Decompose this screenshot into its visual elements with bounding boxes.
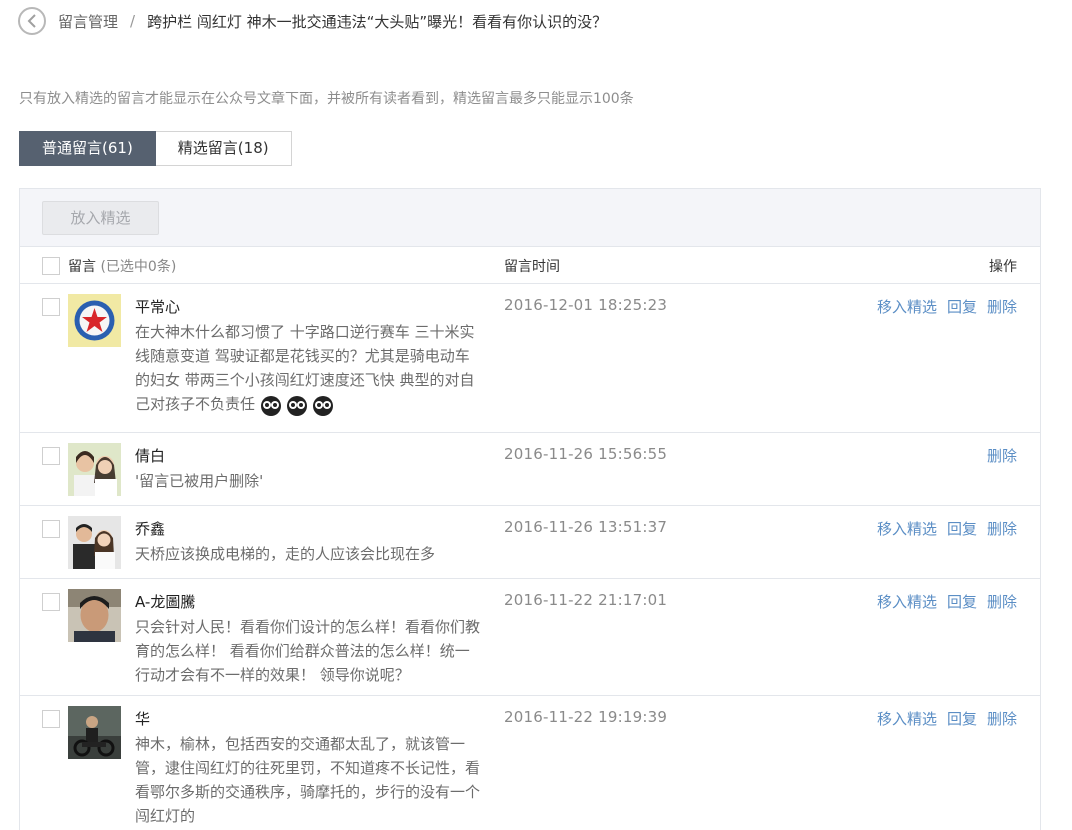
table-row: 倩白 '留言已被用户删除' 2016-11-26 15:56:55 删除 [20, 433, 1040, 506]
row-checkbox[interactable] [42, 520, 60, 538]
commenter-name: 倩白 [135, 447, 166, 465]
comment-content: 在大神木什么都习惯了 十字路口逆行赛车 三十米实线随意变道 驾驶证都是花钱买的？… [135, 320, 483, 417]
feature-selected-button[interactable]: 放入精选 [42, 201, 159, 235]
delete-button[interactable]: 删除 [987, 591, 1017, 612]
table-row: 华 神木，榆林，包括西安的交通都太乱了，就该管一管，逮住闯红灯的往死里罚，不知道… [20, 696, 1040, 830]
breadcrumb-separator: / [130, 12, 136, 30]
chevron-left-icon [27, 14, 36, 28]
feature-button[interactable]: 移入精选 [877, 518, 937, 539]
delete-button[interactable]: 删除 [987, 708, 1017, 729]
comment-time: 2016-11-22 19:19:39 [504, 708, 668, 726]
header-message: 留言 (已选中0条) [68, 256, 176, 276]
delete-button[interactable]: 删除 [987, 445, 1017, 466]
row-ops: 移入精选 回复 删除 [877, 591, 1017, 612]
comment-time: 2016-11-26 13:51:37 [504, 518, 668, 536]
row-ops: 移入精选 回复 删除 [877, 518, 1017, 539]
avatar [68, 443, 121, 496]
reply-button[interactable]: 回复 [947, 296, 977, 317]
comment-content: '留言已被用户删除' [135, 472, 264, 490]
delete-button[interactable]: 删除 [987, 296, 1017, 317]
owl-emoji-icon [287, 395, 308, 416]
tab-bar: 普通留言(61) 精选留言(18) [19, 131, 292, 166]
avatar [68, 516, 121, 569]
comment-time: 2016-11-22 21:17:01 [504, 591, 668, 609]
commenter-name: 乔鑫 [135, 520, 166, 538]
owl-emoji-icon [313, 395, 334, 416]
notice-text: 只有放入精选的留言才能显示在公众号文章下面，并被所有读者看到，精选留言最多只能显… [19, 91, 634, 107]
select-all-checkbox[interactable] [42, 257, 60, 275]
delete-button[interactable]: 删除 [987, 518, 1017, 539]
avatar [68, 706, 121, 759]
breadcrumb-title: 跨护栏 闯红灯 神木一批交通违法“大头贴”曝光！看看有你认识的没？ [147, 12, 608, 31]
commenter-name: 平常心 [135, 298, 181, 316]
row-checkbox[interactable] [42, 710, 60, 728]
reply-button[interactable]: 回复 [947, 518, 977, 539]
tab-featured-messages[interactable]: 精选留言(18) [155, 131, 292, 166]
breadcrumb-parent[interactable]: 留言管理 [58, 11, 118, 32]
header-time: 留言时间 [504, 259, 560, 275]
header-selected-count: (已选中0条) [100, 259, 177, 275]
commenter-name: 华 [135, 710, 151, 728]
comment-content: 天桥应该换成电梯的，走的人应该会比现在多 [135, 545, 436, 563]
comment-time: 2016-12-01 18:25:23 [504, 296, 668, 314]
message-panel: 放入精选 留言 (已选中0条) 留言时间 操作 平常心 在大神木什么都习惯了 十… [19, 188, 1041, 830]
table-row: 平常心 在大神木什么都习惯了 十字路口逆行赛车 三十米实线随意变道 驾驶证都是花… [20, 284, 1040, 433]
owl-emoji-icon [261, 395, 282, 416]
feature-button[interactable]: 移入精选 [877, 296, 937, 317]
emoji-group [259, 393, 335, 417]
row-checkbox[interactable] [42, 447, 60, 465]
avatar [68, 294, 121, 347]
feature-button[interactable]: 移入精选 [877, 708, 937, 729]
comment-time: 2016-11-26 15:56:55 [504, 445, 668, 463]
row-ops: 移入精选 回复 删除 [877, 296, 1017, 317]
back-button[interactable] [18, 7, 46, 35]
table-row: 乔鑫 天桥应该换成电梯的，走的人应该会比现在多 2016-11-26 13:51… [20, 506, 1040, 579]
reply-button[interactable]: 回复 [947, 708, 977, 729]
tab-normal-messages[interactable]: 普通留言(61) [19, 131, 156, 166]
row-checkbox[interactable] [42, 298, 60, 316]
header-message-label: 留言 [68, 259, 96, 275]
table-header: 留言 (已选中0条) 留言时间 操作 [20, 247, 1040, 284]
row-ops: 删除 [987, 445, 1017, 466]
commenter-name: A-龙圖騰 [135, 593, 196, 611]
feature-button[interactable]: 移入精选 [877, 591, 937, 612]
table-row: A-龙圖騰 只会针对人民！看看你们设计的怎么样！看看你们教育的怎么样！ 看看你们… [20, 579, 1040, 696]
row-checkbox[interactable] [42, 593, 60, 611]
reply-button[interactable]: 回复 [947, 591, 977, 612]
comment-content: 只会针对人民！看看你们设计的怎么样！看看你们教育的怎么样！ 看看你们给群众普法的… [135, 618, 481, 684]
header-ops: 操作 [989, 259, 1017, 275]
row-ops: 移入精选 回复 删除 [877, 708, 1017, 729]
toolbar: 放入精选 [20, 189, 1040, 247]
comment-content: 神木，榆林，包括西安的交通都太乱了，就该管一管，逮住闯红灯的往死里罚，不知道疼不… [135, 735, 481, 825]
avatar [68, 589, 121, 642]
breadcrumb: 留言管理 / 跨护栏 闯红灯 神木一批交通违法“大头贴”曝光！看看有你认识的没？ [18, 6, 607, 36]
